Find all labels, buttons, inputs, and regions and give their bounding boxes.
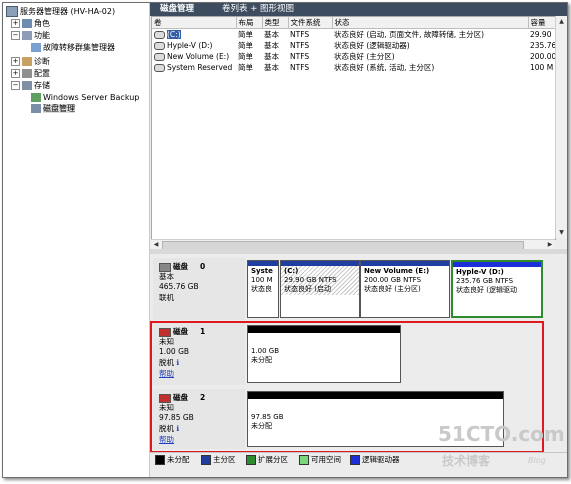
disk-0-label[interactable]: 磁盘 0 基本 465.76 GB 联机 [153,258,245,320]
volume-icon [154,31,165,39]
collapse-icon[interactable]: − [11,31,20,40]
legend-bar: 未分配 主分区 扩展分区 可用空间 逻辑驱动器 [150,452,567,467]
table-header-row: 卷 布局 类型 文件系统 状态 容量 [152,17,555,29]
partition-c[interactable]: (C:) 29.90 GB NTFS 状态良好 (启动 [280,260,360,318]
tree-item-features[interactable]: − 功能 [11,30,50,41]
partition-d[interactable]: Hyple-V (D:) 235.76 GB NTFS 状态良好 (逻辑驱动 [451,260,543,318]
expand-icon[interactable]: + [11,69,20,78]
tree-item-storage[interactable]: − 存储 [11,80,50,91]
scroll-up-icon[interactable]: ▲ [556,16,567,27]
navigation-tree: 服务器管理器 (HV-HA-02) + 角色 − 功能 故障转移群集管理器 + 诊断 … [3,3,150,477]
table-row[interactable]: Hyple-V (D:) 简单 基本 NTFS 状态良好 (逻辑驱动器) 235… [152,40,555,51]
tree-item-failover-cluster[interactable]: 故障转移群集管理器 [31,42,115,53]
server-manager-window: 服务器管理器 (HV-HA-02) + 角色 − 功能 故障转移群集管理器 + 诊断 … [2,2,568,478]
legend-logical-drive: 逻辑驱动器 [350,453,400,467]
pane-splitter[interactable] [150,249,567,254]
tree-item-roles[interactable]: + 角色 [11,18,50,29]
disk-icon [159,262,171,272]
table-row[interactable]: (C:) 简单 基本 NTFS 状态良好 (启动, 页面文件, 故障转储, 主分… [152,29,555,41]
roles-icon [22,19,32,28]
expand-icon[interactable]: + [11,57,20,66]
vertical-scrollbar[interactable]: ▲ ▼ [555,16,567,238]
disk-management-icon [31,104,41,113]
column-header-type[interactable]: 类型 [262,17,289,29]
configuration-icon [22,69,32,78]
diagnostics-icon [22,57,32,66]
tree-item-diagnostics[interactable]: + 诊断 [11,56,50,67]
column-header-layout[interactable]: 布局 [236,17,263,29]
pane-title: 磁盘管理 [160,4,195,14]
view-mode-label: 卷列表 + 图形视图 [222,4,295,14]
legend-free-space: 可用空间 [299,453,341,467]
column-header-filesystem[interactable]: 文件系统 [288,17,333,29]
partition-system-reserved[interactable]: Syste 100 M 状态良 [247,260,279,318]
tree-item-configuration[interactable]: + 配置 [11,68,50,79]
column-header-capacity[interactable]: 容量 [528,17,555,29]
scroll-down-icon[interactable]: ▼ [556,227,567,238]
legend-primary: 主分区 [201,453,236,467]
features-icon [22,31,32,40]
volume-icon [154,53,165,61]
tree-item-windows-server-backup[interactable]: Windows Server Backup [31,92,139,103]
backup-icon [31,93,41,102]
tree-item-server-manager[interactable]: 服务器管理器 (HV-HA-02) [6,6,115,17]
volume-table: 卷 布局 类型 文件系统 状态 容量 (C:) 简单 基本 NTFS 状态良好 [152,17,555,73]
table-row[interactable]: System Reserved 简单 基本 NTFS 状态良好 (系统, 活动,… [152,62,555,73]
volume-icon [154,42,165,50]
disk-0-row: 磁盘 0 基本 465.76 GB 联机 Syste 100 M 状态良 (C:) 29… [153,258,549,320]
legend-extended: 扩展分区 [246,453,288,467]
partition-e[interactable]: New Volume (E:) 200.00 GB NTFS 状态良好 (主分区) [360,260,450,318]
volume-icon [154,64,165,72]
tree-item-disk-management[interactable]: 磁盘管理 [31,103,75,114]
storage-icon [22,81,32,90]
highlight-box [150,321,544,453]
expand-icon[interactable]: + [11,19,20,28]
legend-unallocated: 未分配 [155,453,190,467]
table-row[interactable]: New Volume (E:) 简单 基本 NTFS 状态良好 (主分区) 20… [152,51,555,62]
pane-header: 磁盘管理 卷列表 + 图形视图 [150,3,567,16]
disk-management-pane: 磁盘管理 卷列表 + 图形视图 卷 布局 类型 文件系统 状态 容量 (C:) … [150,3,567,477]
collapse-icon[interactable]: − [11,81,20,90]
column-header-status[interactable]: 状态 [332,17,529,29]
column-header-volume[interactable]: 卷 [152,17,237,29]
volume-list: 卷 布局 类型 文件系统 状态 容量 (C:) 简单 基本 NTFS 状态良好 [151,16,556,240]
cluster-icon [31,43,41,52]
server-icon [6,6,18,17]
